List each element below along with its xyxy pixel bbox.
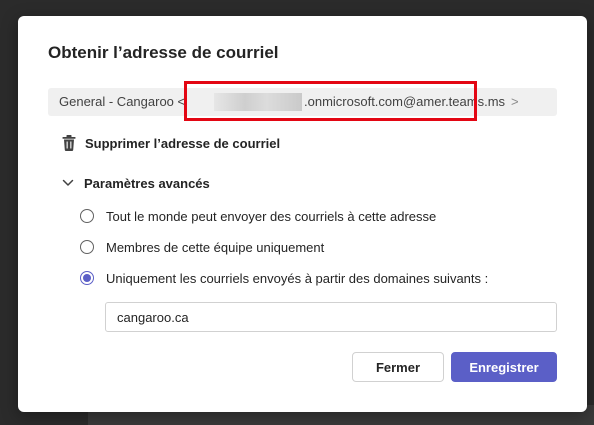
radio-option-domains[interactable]: Uniquement les courriels envoyés à parti…: [80, 268, 488, 288]
email-dialog: Obtenir l’adresse de courriel General - …: [18, 16, 587, 412]
radio-option-team-members[interactable]: Membres de cette équipe uniquement: [80, 237, 324, 257]
advanced-settings-toggle[interactable]: Paramètres avancés: [62, 173, 210, 193]
trash-icon: [62, 135, 76, 151]
dialog-title: Obtenir l’adresse de courriel: [48, 43, 279, 62]
email-suffix: >: [511, 94, 519, 109]
save-button[interactable]: Enregistrer: [451, 352, 557, 382]
radio-label: Uniquement les courriels envoyés à parti…: [106, 270, 489, 286]
radio-button[interactable]: [80, 209, 94, 223]
delete-email-button[interactable]: Supprimer l’adresse de courriel: [62, 133, 280, 153]
close-button[interactable]: Fermer: [352, 352, 444, 382]
delete-email-label: Supprimer l’adresse de courriel: [85, 135, 281, 151]
chevron-down-icon: [62, 174, 74, 192]
allowed-domains-input[interactable]: [105, 302, 557, 332]
email-prefix: General - Cangaroo <: [59, 94, 186, 109]
radio-label: Membres de cette équipe uniquement: [106, 239, 325, 255]
advanced-settings-label: Paramètres avancés: [84, 175, 210, 191]
radio-option-everyone[interactable]: Tout le monde peut envoyer des courriels…: [80, 206, 436, 226]
radio-button-selected[interactable]: [80, 271, 94, 285]
radio-label: Tout le monde peut envoyer des courriels…: [106, 208, 437, 224]
radio-button[interactable]: [80, 240, 94, 254]
highlight-box: [184, 81, 477, 121]
